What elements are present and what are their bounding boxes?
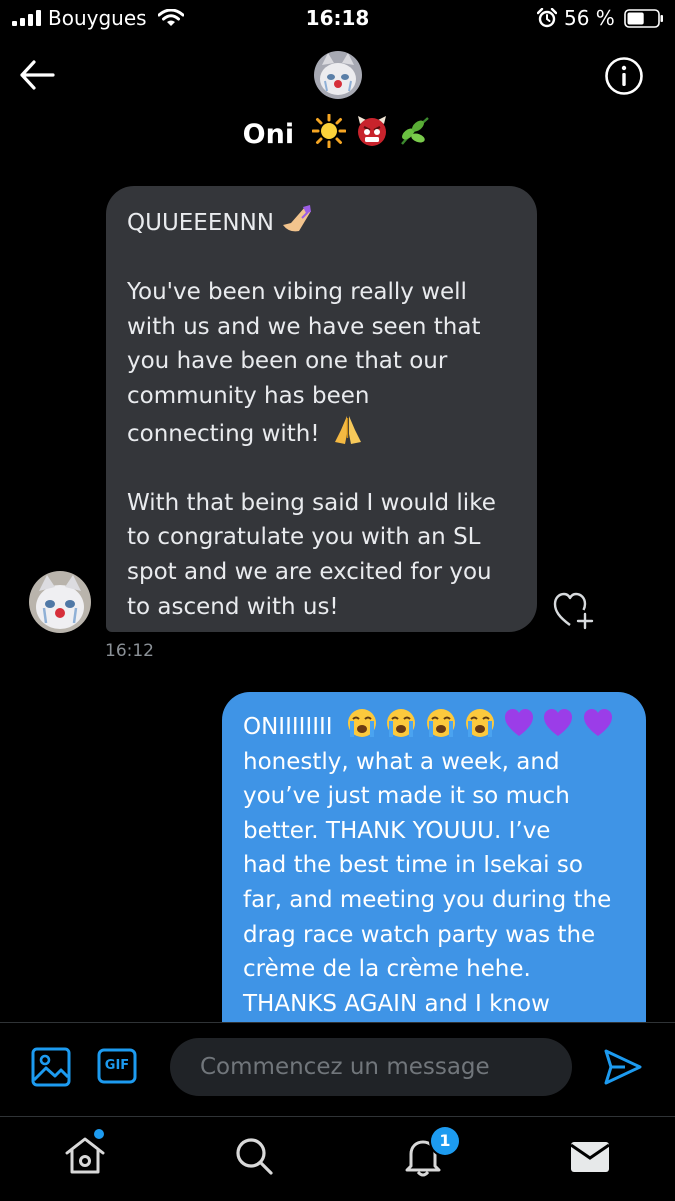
envelope-icon[interactable] xyxy=(568,1134,612,1178)
message-line: community has been xyxy=(127,382,370,409)
contact-name-text: Oni xyxy=(242,119,295,150)
battery-icon xyxy=(624,9,663,28)
alarm-icon xyxy=(537,8,557,28)
message-timestamp: 16:12 xyxy=(105,641,154,661)
message-line: spot and we are excited for you xyxy=(127,558,492,585)
gif-label: GIF xyxy=(104,1058,130,1073)
message-line: to congratulate you with an SL xyxy=(127,524,481,551)
received-message-bubble[interactable]: QUUEEENNN You've been vibing really well… xyxy=(106,186,537,632)
message-line: to ascend with us! xyxy=(127,593,339,620)
message-line: THANKS AGAIN and I know xyxy=(243,990,550,1017)
image-icon[interactable] xyxy=(31,1047,71,1087)
emoji-group xyxy=(346,709,614,740)
sender-avatar[interactable] xyxy=(29,571,91,633)
purple-heart-emoji xyxy=(544,709,573,736)
message-input[interactable] xyxy=(170,1038,572,1096)
home-icon[interactable] xyxy=(63,1134,107,1178)
send-icon[interactable] xyxy=(603,1048,643,1086)
message-line: you’ve just made it so much xyxy=(243,783,570,810)
message-line: connecting with! xyxy=(127,420,320,447)
message-line: crème de la crème hehe. xyxy=(243,956,531,983)
ogre-emoji xyxy=(357,116,386,146)
message-line: drag race watch party was the xyxy=(243,921,596,948)
message-line: you have been one that our xyxy=(127,348,448,375)
message-line: with us and we have seen that xyxy=(127,313,481,340)
heart-add-icon[interactable] xyxy=(553,592,595,630)
loudly-crying-face-emoji xyxy=(387,709,416,737)
message-line: better. THANK YOUUU. I’ve xyxy=(243,817,551,844)
message-paragraph: With that being said I would like to con… xyxy=(127,486,527,624)
message-line: far, and meeting you during the xyxy=(243,886,612,913)
message-line: With that being said I would like xyxy=(127,489,496,516)
sun-emoji xyxy=(311,114,346,148)
contact-name[interactable]: Oni xyxy=(0,114,675,150)
gif-button[interactable]: GIF xyxy=(97,1048,137,1084)
message-line-text: ONIIIIIIII xyxy=(243,714,333,740)
message-paragraph: You've been vibing really well with us a… xyxy=(127,275,527,451)
loudly-crying-face-emoji xyxy=(465,709,494,737)
battery-percent: 56 % xyxy=(564,6,615,30)
message-line: had the best time in Isekai so xyxy=(243,852,583,879)
loudly-crying-face-emoji xyxy=(426,709,455,737)
herb-emoji xyxy=(401,117,430,145)
home-notification-dot xyxy=(94,1129,104,1139)
message-line: You've been vibing really well xyxy=(127,279,467,306)
message-line: ONIIIIIIII xyxy=(243,707,634,745)
info-icon[interactable] xyxy=(604,56,644,96)
status-bar: Bouygues 16:18 56 % xyxy=(0,0,675,40)
loudly-crying-face-emoji xyxy=(347,709,376,737)
message-paragraph: QUUEEENNN xyxy=(127,203,527,241)
folded-hands-emoji xyxy=(334,415,361,444)
nail-polish-emoji xyxy=(283,205,312,232)
message-line: honestly, what a week, and xyxy=(243,748,560,775)
notifications-badge: 1 xyxy=(431,1127,459,1155)
sent-message-bubble[interactable]: ONIIIIIIII honestly, what a week, and yo… xyxy=(222,692,646,1052)
arrow-left-icon[interactable] xyxy=(18,58,56,92)
purple-heart-emoji xyxy=(583,709,612,736)
search-icon[interactable] xyxy=(232,1134,276,1178)
contact-avatar[interactable] xyxy=(314,51,362,99)
purple-heart-emoji xyxy=(505,709,534,736)
message-line: QUUEEENNN xyxy=(127,210,274,236)
